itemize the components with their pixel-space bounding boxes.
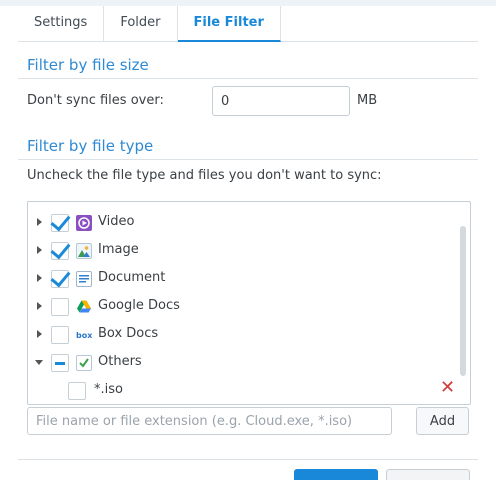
- add-button[interactable]: Add: [416, 407, 469, 435]
- file-type-tree: Video Image Document Google Docs box Box…: [27, 201, 471, 405]
- others-check-icon: [76, 355, 92, 371]
- tab-bar: Settings Folder File Filter: [18, 6, 478, 42]
- tree-row-label: Document: [98, 270, 166, 285]
- document-checkbox[interactable]: [51, 270, 69, 288]
- size-unit-label: MB: [357, 93, 378, 108]
- google-drive-icon: [76, 299, 92, 315]
- max-file-size-label: Don't sync files over:: [27, 93, 164, 108]
- tree-row-iso[interactable]: *.iso ✕: [28, 376, 455, 404]
- image-icon: [76, 243, 92, 259]
- file-extension-input[interactable]: [27, 407, 392, 435]
- cancel-button[interactable]: [386, 469, 470, 480]
- box-docs-checkbox[interactable]: [51, 326, 69, 344]
- image-checkbox[interactable]: [51, 242, 69, 260]
- max-file-size-input[interactable]: [212, 86, 350, 116]
- tree-row-others[interactable]: Others: [28, 348, 448, 376]
- expand-arrow-icon[interactable]: [37, 246, 42, 254]
- tree-row-video[interactable]: Video: [28, 208, 448, 236]
- document-icon: [76, 271, 92, 287]
- tab-file-filter[interactable]: File Filter: [177, 6, 281, 42]
- tree-row-label: *.iso: [94, 382, 123, 397]
- box-icon: box: [76, 327, 93, 343]
- video-icon: [76, 215, 92, 231]
- tree-row-label: Box Docs: [98, 326, 159, 341]
- svg-text:box: box: [76, 331, 92, 340]
- expand-arrow-icon[interactable]: [37, 302, 42, 310]
- tree-row-google-docs[interactable]: Google Docs: [28, 292, 448, 320]
- tree-row-box-docs[interactable]: box Box Docs: [28, 320, 448, 348]
- google-docs-checkbox[interactable]: [51, 298, 69, 316]
- section-divider: [18, 78, 478, 79]
- video-checkbox[interactable]: [51, 214, 69, 232]
- tree-scrollbar[interactable]: [460, 226, 466, 376]
- others-checkbox[interactable]: [51, 354, 69, 372]
- expand-arrow-icon[interactable]: [37, 274, 42, 282]
- delete-icon[interactable]: ✕: [440, 379, 455, 397]
- collapse-arrow-icon[interactable]: [35, 360, 43, 365]
- tree-row-label: Video: [98, 214, 135, 229]
- tree-row-label: Others: [98, 354, 142, 369]
- file-type-instruction: Uncheck the file type and files you don'…: [27, 168, 382, 183]
- tree-row-document[interactable]: Document: [28, 264, 448, 292]
- footer-divider: [18, 459, 478, 460]
- ok-button[interactable]: [294, 469, 378, 480]
- iso-checkbox[interactable]: [68, 382, 86, 400]
- expand-arrow-icon[interactable]: [37, 330, 42, 338]
- file-size-section-title: Filter by file size: [27, 56, 149, 74]
- file-type-section-title: Filter by file type: [27, 137, 154, 155]
- tab-settings[interactable]: Settings: [18, 6, 105, 41]
- tree-row-label: Image: [98, 242, 139, 257]
- tab-folder[interactable]: Folder: [104, 6, 178, 41]
- expand-arrow-icon[interactable]: [37, 218, 42, 226]
- tree-row-label: Google Docs: [98, 298, 180, 313]
- tree-row-image[interactable]: Image: [28, 236, 448, 264]
- section-divider: [18, 159, 478, 160]
